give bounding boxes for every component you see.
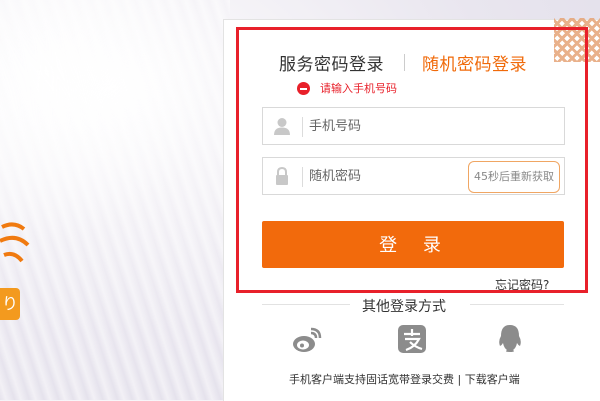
tab-random-password[interactable]: 随机密码登录 bbox=[422, 50, 527, 75]
tab-divider bbox=[404, 54, 405, 71]
phone-input[interactable] bbox=[309, 108, 559, 144]
background-light-rays bbox=[0, 0, 230, 400]
background-badge: り bbox=[0, 288, 20, 320]
password-field: 45秒后重新获取 bbox=[262, 157, 565, 195]
weibo-icon[interactable] bbox=[291, 323, 323, 355]
client-download-text[interactable]: 手机客户端支持固话宽带登录交费 | 下载客户端 bbox=[289, 371, 520, 387]
lock-icon bbox=[272, 166, 292, 186]
forgot-password-link[interactable]: 忘记密码? bbox=[495, 276, 549, 290]
user-icon bbox=[272, 116, 292, 136]
password-input[interactable] bbox=[309, 158, 459, 194]
divider-left bbox=[262, 304, 350, 305]
field-divider bbox=[302, 167, 303, 187]
background-decoration bbox=[0, 215, 30, 265]
divider-right bbox=[470, 304, 564, 305]
alipay-icon[interactable] bbox=[396, 323, 428, 355]
error-message: 请输入手机号码 bbox=[297, 80, 397, 96]
error-icon bbox=[297, 81, 310, 95]
corner-ornament bbox=[554, 18, 600, 62]
other-login-title: 其他登录方式 bbox=[362, 299, 446, 315]
resend-code-button[interactable]: 45秒后重新获取 bbox=[468, 161, 560, 193]
phone-field bbox=[262, 107, 565, 145]
qq-icon[interactable] bbox=[494, 323, 526, 355]
tab-service-password[interactable]: 服务密码登录 bbox=[279, 50, 384, 75]
login-button[interactable]: 登 录 bbox=[262, 221, 564, 268]
field-divider bbox=[302, 117, 303, 137]
error-text: 请输入手机号码 bbox=[320, 82, 397, 95]
